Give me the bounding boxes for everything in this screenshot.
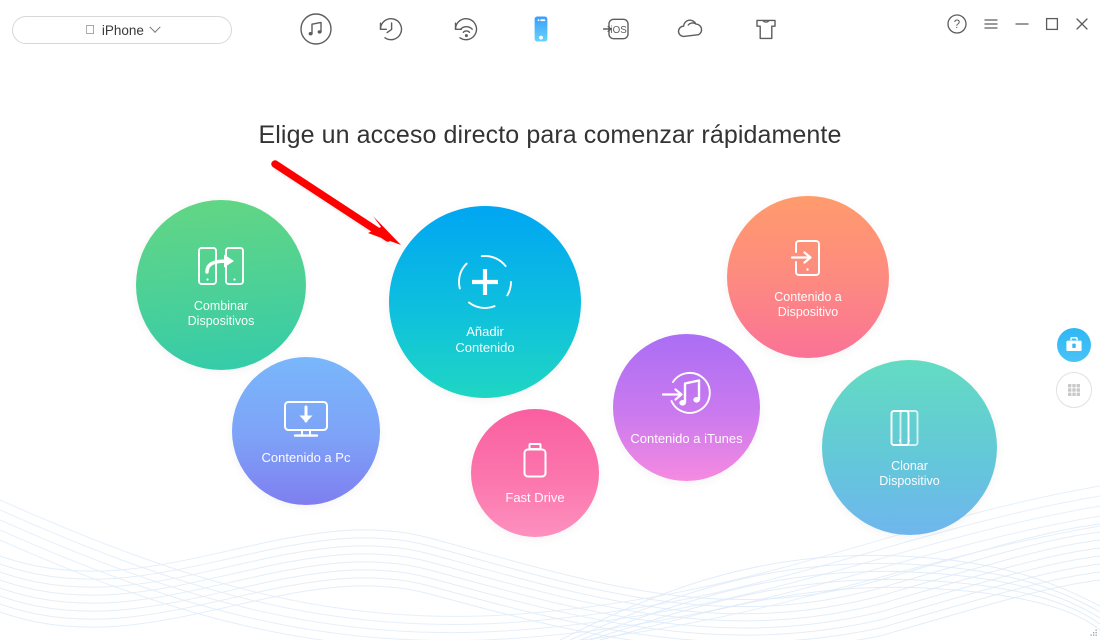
toolbar-item-ios-transfer[interactable]: iOS bbox=[595, 8, 637, 50]
shortcut-content-to-device[interactable]: Contenido a Dispositivo bbox=[727, 196, 889, 358]
clock-restore-icon bbox=[379, 17, 403, 41]
tshirt-icon bbox=[756, 19, 776, 40]
shortcut-content-to-itunes[interactable]: Contenido a iTunes bbox=[613, 334, 760, 481]
cloud-icon bbox=[677, 19, 703, 38]
two-phones-arrow-icon bbox=[193, 242, 249, 290]
phone-device-icon bbox=[534, 16, 548, 42]
toolbar-item-tshirt[interactable] bbox=[745, 8, 787, 50]
monitor-download-icon bbox=[280, 397, 332, 441]
svg-text:iOS: iOS bbox=[610, 25, 627, 36]
toolbar-item-clock-restore[interactable] bbox=[370, 8, 412, 50]
toolbar: iOS bbox=[295, 8, 787, 50]
toolbar-item-music-circle[interactable] bbox=[295, 8, 337, 50]
shortcut-label: Contenido a Pc bbox=[261, 449, 351, 465]
shortcut-content-to-pc[interactable]: Contenido a Pc bbox=[232, 357, 380, 505]
music-note-arrow-icon bbox=[658, 368, 716, 422]
toolbox-button[interactable] bbox=[1057, 328, 1091, 362]
shortcut-label: Combinar Dispositivos bbox=[187, 298, 255, 328]
help-icon[interactable]: ? bbox=[946, 13, 968, 35]
shortcut-label: Clonar Dispositivo bbox=[879, 459, 940, 488]
menu-icon[interactable] bbox=[982, 15, 1000, 33]
ios-transfer-icon: iOS bbox=[602, 18, 629, 40]
shortcuts-stage: Combinar Dispositivos Añadir Contenido C… bbox=[0, 0, 1100, 640]
music-circle-icon bbox=[300, 13, 332, 45]
dashed-circle-plus-icon bbox=[452, 249, 518, 315]
shortcut-combine-devices[interactable]: Combinar Dispositivos bbox=[136, 200, 306, 370]
chevron-down-icon bbox=[149, 21, 161, 33]
grid-icon bbox=[1068, 384, 1080, 396]
shortcut-label: Contenido a Dispositivo bbox=[774, 289, 842, 319]
toolbox-icon bbox=[1066, 337, 1082, 351]
shortcut-fast-drive[interactable]: Fast Drive bbox=[471, 409, 599, 537]
apple-logo-icon:  bbox=[85, 23, 95, 36]
device-selector-label: iPhone bbox=[96, 22, 144, 38]
resize-grip[interactable] bbox=[1088, 628, 1098, 638]
wifi-restore-icon bbox=[454, 17, 478, 41]
shortcut-label: Fast Drive bbox=[505, 489, 565, 505]
close-icon[interactable] bbox=[1074, 16, 1090, 32]
window-controls: ? bbox=[946, 13, 1090, 35]
shortcut-clone-device[interactable]: Clonar Dispositivo bbox=[822, 360, 997, 535]
maximize-icon[interactable] bbox=[1044, 16, 1060, 32]
shortcut-label: Contenido a iTunes bbox=[630, 431, 743, 447]
minimize-icon[interactable] bbox=[1014, 16, 1030, 32]
apps-grid-button[interactable] bbox=[1056, 372, 1092, 408]
title-bar:  iPhone bbox=[0, 0, 1100, 58]
toolbar-item-device[interactable] bbox=[520, 8, 562, 50]
phone-arrow-in-icon bbox=[785, 235, 831, 281]
shortcut-label: Añadir Contenido bbox=[455, 324, 515, 355]
toolbar-item-cloud[interactable] bbox=[670, 8, 712, 50]
device-selector[interactable]:  iPhone bbox=[12, 16, 232, 44]
floating-side-buttons bbox=[1056, 328, 1092, 408]
shortcut-add-content[interactable]: Añadir Contenido bbox=[389, 206, 581, 398]
usb-drive-icon bbox=[518, 441, 552, 481]
svg-text:?: ? bbox=[954, 19, 960, 31]
two-phones-icon bbox=[886, 406, 934, 450]
toolbar-item-wifi-restore[interactable] bbox=[445, 8, 487, 50]
